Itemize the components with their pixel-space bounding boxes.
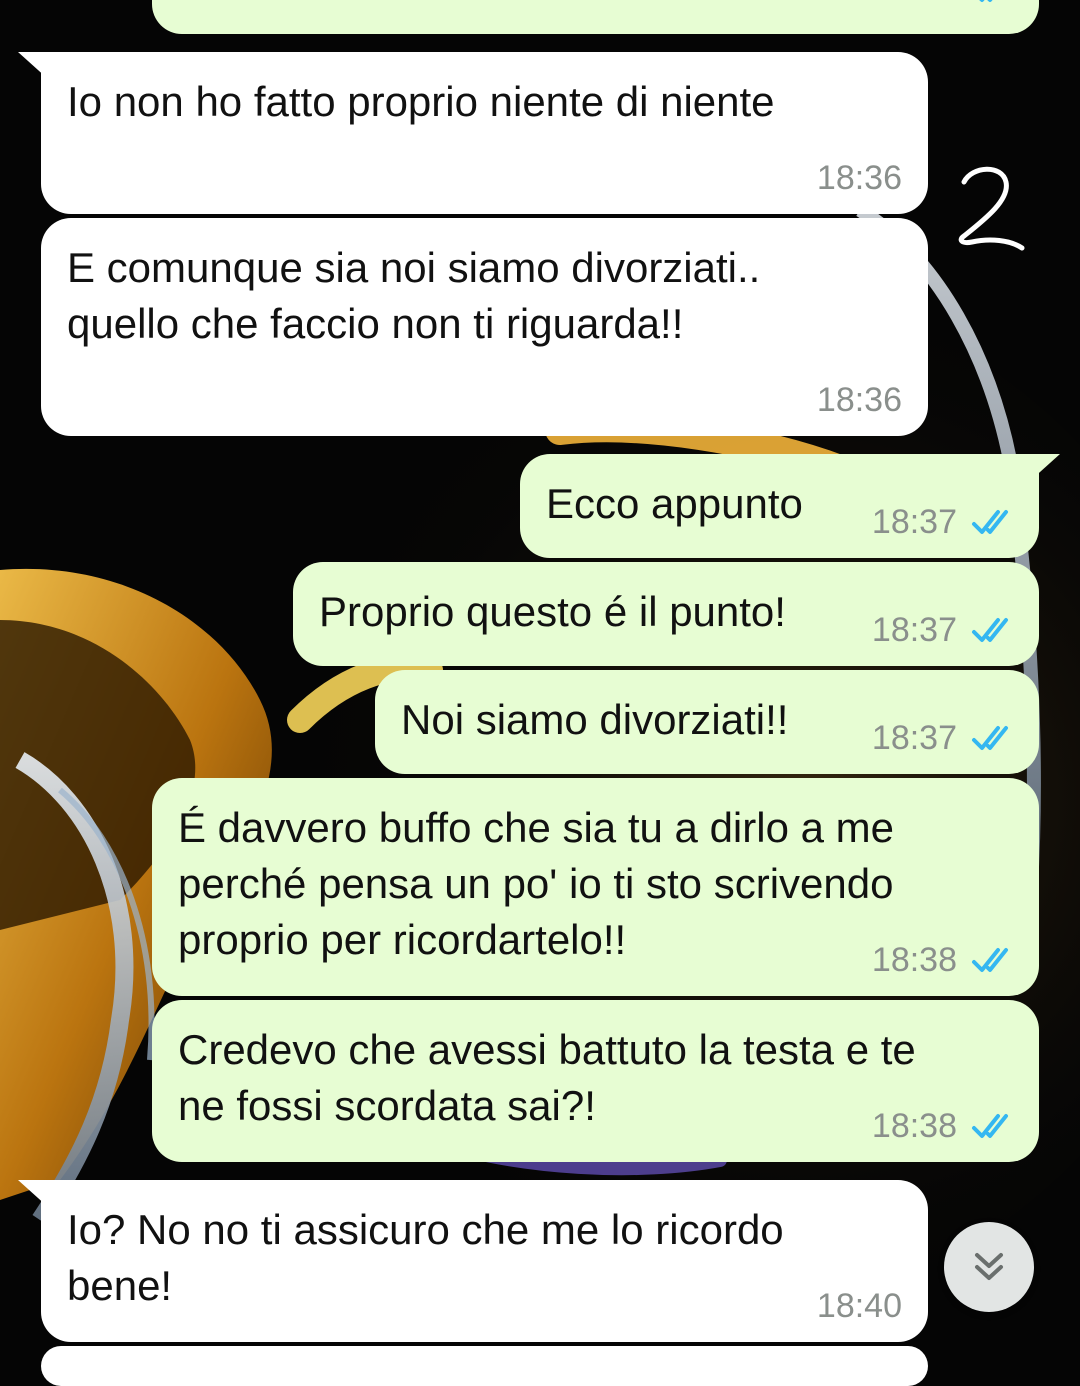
message-time: 18:38	[871, 941, 957, 979]
message-bubble-incoming[interactable]: Io non ho fatto proprio niente di niente…	[41, 52, 928, 214]
message-time: 18:38	[871, 1107, 957, 1145]
message-bubble-partial[interactable]	[41, 1346, 928, 1386]
message-text: Io non ho fatto proprio niente di niente	[67, 78, 775, 125]
message-time: 18:36	[816, 381, 902, 419]
message-bubble-outgoing[interactable]: Noi siamo divorziati!! 18:37	[375, 670, 1039, 774]
message-bubble-partial[interactable]: 18:34	[152, 0, 1039, 34]
read-receipt-icon	[972, 510, 1008, 534]
message-text: Io? No no ti assicuro che me lo ricordo …	[67, 1206, 784, 1309]
read-receipt-icon	[972, 618, 1008, 642]
message-time: 18:37	[871, 503, 957, 541]
message-bubble-outgoing[interactable]: É davvero buffo che sia tu a dirlo a me …	[152, 778, 1039, 996]
message-time: 18:37	[871, 611, 957, 649]
read-receipt-icon	[972, 726, 1008, 750]
scroll-to-bottom-button[interactable]	[944, 1222, 1034, 1312]
message-time: 18:36	[816, 159, 902, 197]
message-bubble-incoming[interactable]: Io? No no ti assicuro che me lo ricordo …	[41, 1180, 928, 1342]
read-receipt-icon	[972, 1114, 1008, 1138]
read-receipt-icon	[979, 0, 993, 2]
handwritten-number-2-icon	[958, 166, 1025, 251]
message-bubble-incoming[interactable]: E comunque sia noi siamo divorziati.. qu…	[41, 218, 928, 436]
message-time: 18:40	[816, 1287, 902, 1325]
double-chevron-down-icon	[975, 1253, 1003, 1280]
message-text: E comunque sia noi siamo divorziati.. qu…	[67, 244, 761, 347]
message-time: 18:37	[871, 719, 957, 757]
message-bubble-outgoing[interactable]: Ecco appunto 18:37	[520, 454, 1039, 558]
message-bubble-outgoing[interactable]: Credevo che avessi battuto la testa e te…	[152, 1000, 1039, 1162]
message-bubble-outgoing[interactable]: Proprio questo é il punto! 18:37	[293, 562, 1039, 666]
message-time: 18:34	[872, 0, 957, 8]
read-receipt-icon	[972, 948, 1008, 972]
